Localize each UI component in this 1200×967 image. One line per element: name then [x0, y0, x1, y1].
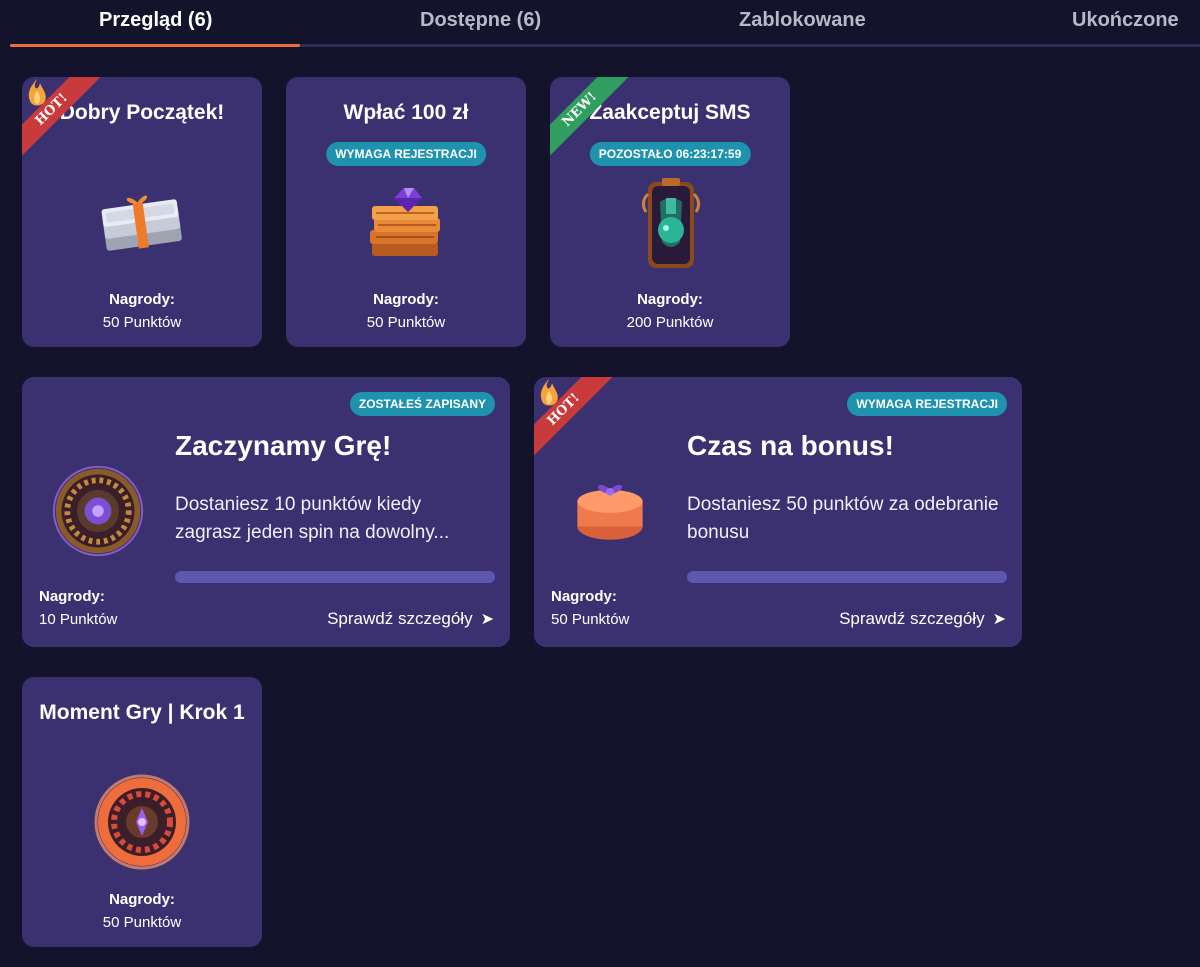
challenge-card-czas-na-bonus[interactable]: WYMAGA REJESTRACJI Czas na bonus! Dostan… [534, 377, 1022, 647]
challenge-card-sms[interactable]: Zaakceptuj SMS POZOSTAŁO 06:23:17:59 Nag… [550, 77, 790, 347]
hot-ribbon: HOT! [534, 377, 612, 455]
tab-available[interactable]: Dostępne (6) [420, 9, 541, 32]
card-title: Wpłać 100 zł [343, 101, 469, 124]
gift-box-icon [577, 484, 643, 540]
status-badge: WYMAGA REJESTRACJI [847, 392, 1007, 416]
tab-completed[interactable]: Ukończone [1072, 9, 1179, 32]
details-link[interactable]: Sprawdź szczegóły ➤ [839, 609, 1006, 629]
arrow-right-icon: ➤ [480, 611, 494, 628]
status-badge: WYMAGA REJESTRACJI [326, 142, 486, 166]
details-label: Sprawdź szczegóły [327, 609, 473, 628]
details-label: Sprawdź szczegóły [839, 609, 985, 628]
tab-overview[interactable]: Przegląd (6) [99, 9, 212, 32]
rewards-value: 10 Punktów [39, 611, 118, 628]
roulette-icon [52, 465, 144, 557]
rewards-value: 50 Punktów [551, 611, 630, 628]
challenge-card-zaczynamy-gre[interactable]: ZOSTAŁEŚ ZAPISANY Zaczynamy Grę! Dostani… [22, 377, 510, 647]
tab-bar: Przegląd (6) Dostępne (6) Zablokowane Uk… [0, 0, 1200, 48]
new-ribbon: NEW! [550, 77, 628, 155]
gem-coins-icon [370, 188, 440, 256]
challenge-card-dobry-poczatek[interactable]: Dobry Początek! Nagrody: 50 Punktów HOT! [22, 77, 262, 347]
rewards-value: 50 Punktów [366, 314, 446, 331]
rewards-label: Nagrody: [109, 291, 175, 308]
rewards-label: Nagrody: [551, 588, 617, 605]
challenge-card-wplac[interactable]: Wpłać 100 zł WYMAGA REJESTRACJI Nagrody:… [286, 77, 526, 347]
rewards-label: Nagrody: [109, 891, 175, 908]
challenge-card-moment-gry[interactable]: Moment Gry | Krok 1 Nagrody: 50 Punktów [22, 677, 262, 947]
ribbon-label: NEW! [550, 77, 628, 155]
rewards-label: Nagrody: [373, 291, 439, 308]
potion-phone-icon [641, 178, 701, 268]
status-badge: ZOSTAŁEŚ ZAPISANY [349, 392, 495, 416]
rewards-value: 200 Punktów [626, 314, 714, 331]
card-description: Dostaniesz 50 punktów za odebranie bonus… [687, 494, 999, 543]
hot-ribbon: HOT! [22, 77, 100, 155]
arrow-right-icon: ➤ [992, 611, 1006, 628]
card-title: Moment Gry | Krok 1 [39, 701, 245, 724]
rewards-label: Nagrody: [39, 588, 105, 605]
card-description: Dostaniesz 10 punktów kiedy zagrasz jede… [175, 494, 450, 543]
active-tab-indicator [10, 44, 300, 47]
details-link[interactable]: Sprawdź szczegóły ➤ [327, 609, 494, 629]
rewards-label: Nagrody: [637, 291, 703, 308]
progress-bar [175, 571, 495, 583]
card-title: Czas na bonus! [687, 430, 894, 461]
card-title: Zaczynamy Grę! [175, 430, 392, 461]
flame-icon [28, 79, 46, 106]
money-stack-icon [101, 195, 182, 251]
tab-locked[interactable]: Zablokowane [739, 9, 866, 32]
rewards-value: 50 Punktów [102, 314, 182, 331]
progress-bar [687, 571, 1007, 583]
rewards-value: 50 Punktów [102, 914, 182, 931]
roulette-wheel-icon [94, 774, 190, 870]
flame-icon [540, 379, 558, 406]
